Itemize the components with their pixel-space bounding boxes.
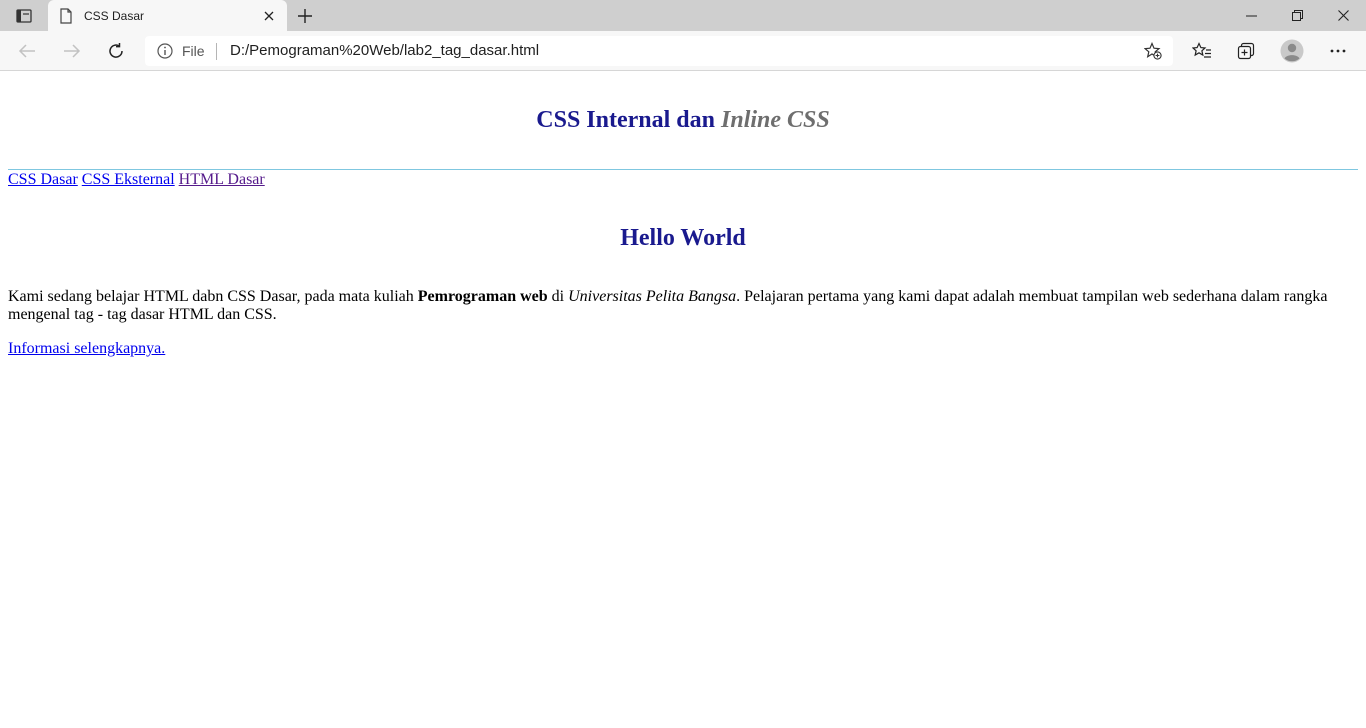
- add-favorite-icon[interactable]: [1144, 42, 1162, 60]
- back-arrow-icon: [18, 44, 35, 58]
- tab-close-button[interactable]: [260, 7, 278, 25]
- restore-button[interactable]: [1274, 0, 1320, 31]
- close-window-button[interactable]: [1320, 0, 1366, 31]
- paragraph-text-1: Kami sedang belajar HTML dabn CSS Dasar,…: [8, 288, 418, 305]
- minimize-button[interactable]: [1228, 0, 1274, 31]
- forward-button[interactable]: [57, 36, 87, 66]
- nav-link-css-dasar[interactable]: CSS Dasar: [8, 171, 78, 188]
- paragraph-italic: Universitas Pelita Bangsa: [568, 288, 737, 305]
- reload-button[interactable]: [101, 36, 131, 66]
- favorites-icon: [1192, 42, 1211, 58]
- profile-icon: [1280, 39, 1304, 63]
- address-separator: [216, 43, 217, 60]
- paragraph-bold: Pemrograman web: [417, 288, 548, 305]
- tab-title: CSS Dasar: [84, 9, 145, 23]
- collections-icon: [1237, 42, 1255, 60]
- document-icon: [60, 8, 72, 24]
- page-title-italic: Inline CSS: [721, 107, 830, 133]
- back-button[interactable]: [12, 36, 42, 66]
- favorites-button[interactable]: [1187, 36, 1217, 66]
- close-window-icon: [1337, 10, 1349, 21]
- close-icon: [264, 11, 274, 21]
- minimize-icon: [1245, 15, 1257, 17]
- nav-menu: CSS Dasar CSS Eksternal HTML Dasar: [8, 171, 265, 189]
- intro-paragraph: Kami sedang belajar HTML dabn CSS Dasar,…: [8, 288, 1348, 324]
- more-icon: [1330, 49, 1346, 53]
- browser-toolbar: File D:/Pemograman%20Web/lab2_tag_dasar.…: [0, 31, 1366, 71]
- tab-actions-icon: [16, 9, 32, 23]
- info-icon[interactable]: [157, 43, 173, 59]
- more-info-link[interactable]: Informasi selengkapnya.: [8, 340, 165, 357]
- tab-actions-button[interactable]: [8, 4, 40, 28]
- page-title-normal: CSS Internal dan: [536, 107, 721, 133]
- content-heading: Hello World: [620, 225, 746, 251]
- collections-button[interactable]: [1231, 36, 1261, 66]
- profile-button[interactable]: [1277, 36, 1307, 66]
- more-info-paragraph: Informasi selengkapnya.: [8, 340, 165, 358]
- nav-link-html-dasar[interactable]: HTML Dasar: [179, 171, 265, 188]
- page-viewport: CSS Internal dan Inline CSS CSS Dasar CS…: [0, 71, 1366, 728]
- url-text[interactable]: D:/Pemograman%20Web/lab2_tag_dasar.html: [230, 42, 539, 60]
- header-divider: [8, 169, 1358, 170]
- more-button[interactable]: [1323, 36, 1353, 66]
- tab-strip: CSS Dasar: [0, 0, 1366, 31]
- reload-icon: [109, 43, 123, 58]
- active-tab[interactable]: CSS Dasar: [48, 0, 287, 31]
- url-scheme-label[interactable]: File: [182, 43, 205, 59]
- plus-icon: [298, 9, 312, 23]
- paragraph-text-2: di: [547, 288, 569, 305]
- forward-arrow-icon: [64, 44, 81, 58]
- new-tab-button[interactable]: [292, 4, 318, 28]
- nav-link-css-eksternal[interactable]: CSS Eksternal: [82, 171, 175, 188]
- page-title: CSS Internal dan Inline CSS: [0, 105, 1366, 135]
- address-bar[interactable]: File D:/Pemograman%20Web/lab2_tag_dasar.…: [145, 36, 1173, 66]
- restore-icon: [1291, 10, 1303, 21]
